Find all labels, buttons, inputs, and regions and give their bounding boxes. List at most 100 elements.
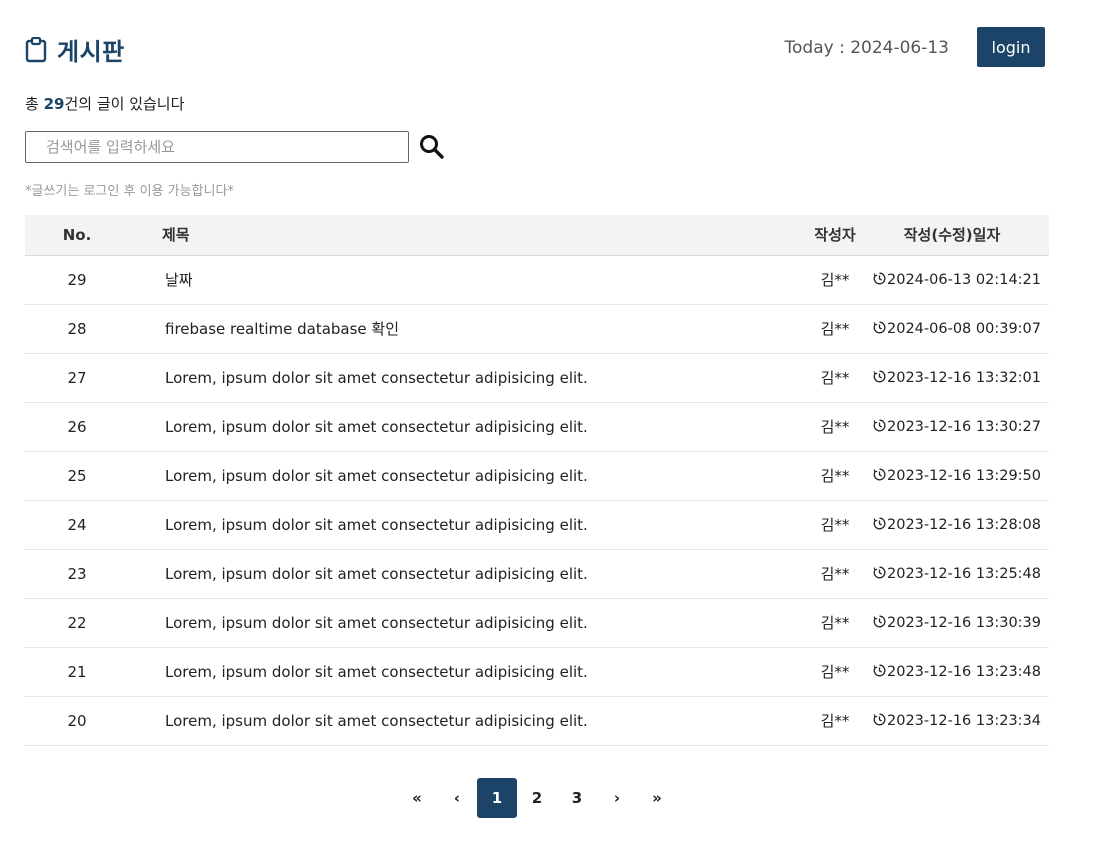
post-date-text: 2023-12-16 13:28:08 xyxy=(887,516,1041,533)
page-title: 게시판 xyxy=(57,38,125,66)
clock-icon xyxy=(873,272,886,285)
post-writer: 김** xyxy=(820,418,850,436)
row-number: 24 xyxy=(67,515,87,534)
post-date-text: 2023-12-16 13:30:27 xyxy=(887,418,1041,435)
post-date-text: 2023-12-16 13:25:48 xyxy=(887,565,1041,582)
post-count-summary: 총 29건의 글이 있습니다 xyxy=(25,93,184,114)
table-header: No. 제목 작성자 작성(수정)일자 xyxy=(25,215,1049,255)
login-button[interactable]: login xyxy=(977,27,1045,67)
first-page-button[interactable]: « xyxy=(397,778,437,818)
table-row[interactable]: 22 Lorem, ipsum dolor sit amet consectet… xyxy=(25,598,1049,647)
clock-icon xyxy=(873,468,886,481)
clock-icon xyxy=(873,517,886,530)
post-title-link[interactable]: Lorem, ipsum dolor sit amet consectetur … xyxy=(129,549,797,598)
table-body: 29 날짜 김** 2024-06-13 02:14:21 28 firebas… xyxy=(25,255,1049,745)
page-button-3[interactable]: 3 xyxy=(557,778,597,818)
clock-icon xyxy=(873,370,886,383)
row-number: 21 xyxy=(67,662,87,681)
post-date-text: 2023-12-16 13:23:34 xyxy=(887,712,1041,729)
post-date-text: 2023-12-16 13:32:01 xyxy=(887,369,1041,386)
page-button-2[interactable]: 2 xyxy=(517,778,557,818)
table-row[interactable]: 23 Lorem, ipsum dolor sit amet consectet… xyxy=(25,549,1049,598)
clipboard-icon xyxy=(25,36,47,63)
post-date-text: 2024-06-13 02:14:21 xyxy=(887,271,1041,288)
post-date: 2023-12-16 13:30:27 xyxy=(873,402,1049,451)
table-row[interactable]: 28 firebase realtime database 확인 김** 202… xyxy=(25,304,1049,353)
post-writer: 김** xyxy=(820,467,850,485)
today-date: Today : 2024-06-13 xyxy=(784,38,950,58)
post-writer: 김** xyxy=(820,320,850,338)
post-count-number: 29 xyxy=(43,95,65,113)
post-date: 2024-06-08 00:39:07 xyxy=(873,304,1049,353)
page-title-group: 게시판 xyxy=(25,32,125,67)
post-date: 2024-06-13 02:14:21 xyxy=(873,255,1049,304)
clock-icon xyxy=(873,321,886,334)
post-date-text: 2023-12-16 13:29:50 xyxy=(887,467,1041,484)
page-button-1[interactable]: 1 xyxy=(477,778,517,818)
post-title-link[interactable]: Lorem, ipsum dolor sit amet consectetur … xyxy=(129,353,797,402)
column-header-writer: 작성자 xyxy=(814,226,856,245)
post-date-text: 2023-12-16 13:23:48 xyxy=(887,663,1041,680)
post-date: 2023-12-16 13:23:34 xyxy=(873,696,1049,745)
row-number: 22 xyxy=(67,613,87,632)
table-row[interactable]: 29 날짜 김** 2024-06-13 02:14:21 xyxy=(25,255,1049,304)
clock-icon xyxy=(873,713,886,726)
table-row[interactable]: 24 Lorem, ipsum dolor sit amet consectet… xyxy=(25,500,1049,549)
post-writer: 김** xyxy=(820,516,850,534)
post-count-suffix: 건의 글이 있습니다 xyxy=(64,95,185,113)
row-number: 25 xyxy=(67,466,87,485)
post-title-link[interactable]: Lorem, ipsum dolor sit amet consectetur … xyxy=(129,696,797,745)
pagination: « ‹ 1 2 3 › » xyxy=(397,778,677,818)
row-number: 20 xyxy=(67,711,87,730)
post-title-link[interactable]: Lorem, ipsum dolor sit amet consectetur … xyxy=(129,598,797,647)
row-number: 27 xyxy=(67,368,87,387)
column-header-subject: 제목 xyxy=(162,226,190,245)
table-header-row: No. 제목 작성자 작성(수정)일자 xyxy=(25,215,1049,255)
post-title-link[interactable]: firebase realtime database 확인 xyxy=(129,304,797,353)
post-writer: 김** xyxy=(820,712,850,730)
post-date: 2023-12-16 13:25:48 xyxy=(873,549,1049,598)
post-writer: 김** xyxy=(820,271,850,289)
post-title-link[interactable]: Lorem, ipsum dolor sit amet consectetur … xyxy=(129,500,797,549)
column-header-date: 작성(수정)일자 xyxy=(903,226,1001,245)
next-page-button[interactable]: › xyxy=(597,778,637,818)
post-date-text: 2024-06-08 00:39:07 xyxy=(887,320,1041,337)
post-writer: 김** xyxy=(820,663,850,681)
table-row[interactable]: 25 Lorem, ipsum dolor sit amet consectet… xyxy=(25,451,1049,500)
post-date: 2023-12-16 13:30:39 xyxy=(873,598,1049,647)
clock-icon xyxy=(873,664,886,677)
row-number: 23 xyxy=(67,564,87,583)
row-number: 29 xyxy=(67,270,87,289)
post-title-link[interactable]: Lorem, ipsum dolor sit amet consectetur … xyxy=(129,402,797,451)
table-row[interactable]: 27 Lorem, ipsum dolor sit amet consectet… xyxy=(25,353,1049,402)
clock-icon xyxy=(873,419,886,432)
post-table: No. 제목 작성자 작성(수정)일자 29 날짜 김** 2024-06-13… xyxy=(25,215,1049,746)
page-header: 게시판 Today : 2024-06-13 login xyxy=(25,27,1045,70)
search-bar xyxy=(25,131,445,163)
row-number: 26 xyxy=(67,417,87,436)
table-row[interactable]: 21 Lorem, ipsum dolor sit amet consectet… xyxy=(25,647,1049,696)
post-date: 2023-12-16 13:28:08 xyxy=(873,500,1049,549)
search-input[interactable] xyxy=(25,131,409,163)
post-writer: 김** xyxy=(820,565,850,583)
post-writer: 김** xyxy=(820,614,850,632)
last-page-button[interactable]: » xyxy=(637,778,677,818)
post-date: 2023-12-16 13:23:48 xyxy=(873,647,1049,696)
write-notice: *글쓰기는 로그인 후 이용 가능합니다* xyxy=(25,184,234,199)
post-count-prefix: 총 xyxy=(25,95,44,113)
table-row[interactable]: 20 Lorem, ipsum dolor sit amet consectet… xyxy=(25,696,1049,745)
clock-icon xyxy=(873,566,886,579)
post-date: 2023-12-16 13:29:50 xyxy=(873,451,1049,500)
clock-icon xyxy=(873,615,886,628)
post-title-link[interactable]: Lorem, ipsum dolor sit amet consectetur … xyxy=(129,647,797,696)
column-header-no: No. xyxy=(62,225,92,244)
post-title-link[interactable]: 날짜 xyxy=(129,255,797,304)
row-number: 28 xyxy=(67,319,87,338)
search-icon[interactable] xyxy=(419,134,445,160)
post-date-text: 2023-12-16 13:30:39 xyxy=(887,614,1041,631)
post-writer: 김** xyxy=(820,369,850,387)
post-date: 2023-12-16 13:32:01 xyxy=(873,353,1049,402)
post-title-link[interactable]: Lorem, ipsum dolor sit amet consectetur … xyxy=(129,451,797,500)
table-row[interactable]: 26 Lorem, ipsum dolor sit amet consectet… xyxy=(25,402,1049,451)
prev-page-button[interactable]: ‹ xyxy=(437,778,477,818)
